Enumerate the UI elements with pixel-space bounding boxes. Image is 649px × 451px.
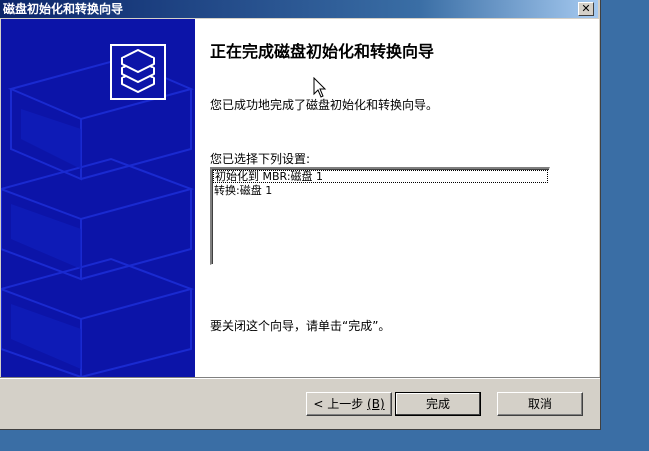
list-item[interactable]: 初始化到 MBR:磁盘 1 <box>213 170 548 183</box>
settings-list[interactable]: 初始化到 MBR:磁盘 1 转换:磁盘 1 <box>210 167 550 265</box>
wizard-content: 正在完成磁盘初始化和转换向导 您已成功地完成了磁盘初始化和转换向导。 您已选择下… <box>1 19 599 377</box>
wizard-dialog: 磁盘初始化和转换向导 ✕ 正在完成磁盘初始化和转换向导 您已成功地完成了磁盘初始… <box>0 0 601 430</box>
disk-stack-icon <box>110 44 166 100</box>
list-item[interactable]: 转换:磁盘 1 <box>212 184 549 197</box>
intro-text: 您已成功地完成了磁盘初始化和转换向导。 <box>210 98 439 112</box>
window-title: 磁盘初始化和转换向导 <box>3 2 124 16</box>
back-button-label: < 上一步 <box>313 397 364 411</box>
finish-button[interactable]: 完成 <box>395 392 481 416</box>
cancel-button[interactable]: 取消 <box>497 392 583 416</box>
title-bar[interactable]: 磁盘初始化和转换向导 ✕ <box>0 0 598 18</box>
divider <box>0 377 600 379</box>
wizard-heading: 正在完成磁盘初始化和转换向导 <box>210 42 435 61</box>
back-button-accelerator: (B) <box>367 397 385 411</box>
close-instruction-text: 要关闭这个向导，请单击“完成”。 <box>210 319 391 333</box>
settings-label: 您已选择下列设置: <box>210 152 311 166</box>
wizard-sidebar <box>1 19 195 377</box>
back-button[interactable]: < 上一步 (B) <box>306 392 392 416</box>
close-button[interactable]: ✕ <box>578 2 594 16</box>
